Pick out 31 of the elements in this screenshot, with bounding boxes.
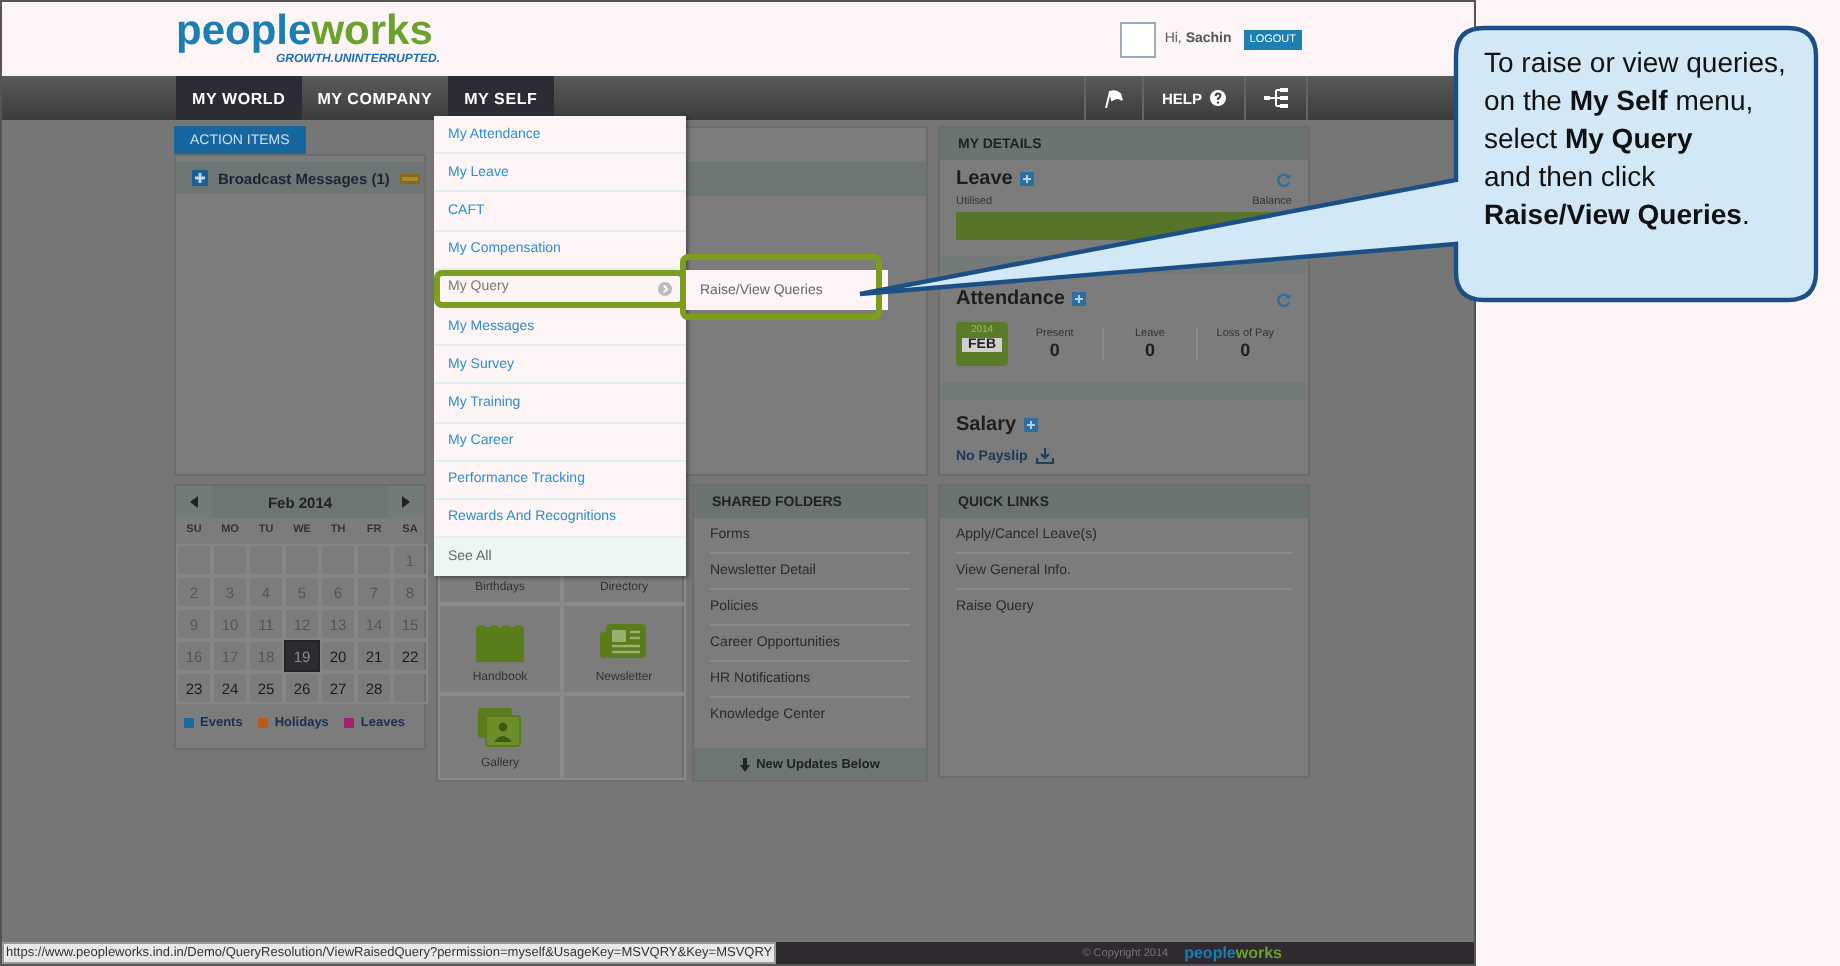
next-month-button[interactable] <box>388 486 424 518</box>
plus-icon[interactable] <box>1020 172 1035 186</box>
logo-text: peopleworks <box>176 11 433 51</box>
right-arrow-icon <box>402 496 410 508</box>
left-arrow-icon <box>190 496 198 508</box>
stat-value: 0 <box>1047 340 1062 360</box>
stat-value: 0 <box>1238 340 1253 360</box>
down-arrow-icon <box>740 757 751 771</box>
plus-icon[interactable] <box>192 170 208 186</box>
tree-icon <box>1264 88 1288 108</box>
nav-tab[interactable]: MY SELF <box>448 76 554 120</box>
plus-icon[interactable] <box>1024 418 1039 432</box>
avatar-icon <box>1120 21 1157 57</box>
nav-tab[interactable]: MY WORLD <box>176 76 302 120</box>
nav-tab[interactable]: MY COMPANY <box>301 76 449 120</box>
section-title: Leave <box>956 168 1013 190</box>
submenu-arrow-icon <box>658 281 672 296</box>
section-title: Attendance <box>956 288 1065 310</box>
stat-value: 0 <box>1143 340 1158 360</box>
prev-month-button[interactable] <box>176 486 212 518</box>
footer-logo: peopleworks <box>1184 944 1282 962</box>
help-icon <box>1210 90 1226 106</box>
flag-icon <box>1103 89 1124 107</box>
new-badge-icon <box>399 173 420 183</box>
newspaper-icon[interactable] <box>600 622 648 662</box>
plus-icon[interactable] <box>1072 292 1087 306</box>
download-icon[interactable] <box>1035 448 1054 464</box>
photo-icon[interactable] <box>478 708 522 748</box>
sitemap-button[interactable] <box>1244 76 1308 120</box>
section-title: Salary <box>956 414 1017 436</box>
callout-text: To raise or view queries, on the My Self menu, select My Query and then click Raise/View Queries. <box>1484 44 1788 234</box>
